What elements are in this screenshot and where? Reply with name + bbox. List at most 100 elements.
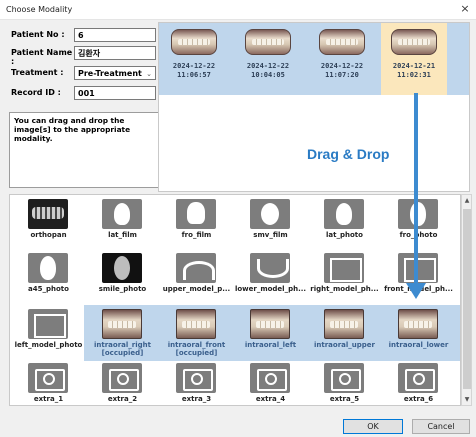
camera-icon (28, 363, 68, 393)
model-side-icon (28, 309, 68, 339)
record-id-label: Record ID : (11, 88, 61, 97)
modality-smile-photo[interactable]: smile_photo (86, 251, 159, 303)
intraoral-photo (102, 309, 142, 339)
thumbnail-date: 2024-12-22 (246, 62, 290, 70)
model-front-icon (398, 253, 438, 283)
close-icon[interactable]: × (458, 2, 472, 16)
modality-label: left_model_photo (14, 341, 83, 349)
intraoral-photo (391, 29, 437, 55)
modality-front-model-photo[interactable]: front_model_ph... (382, 251, 455, 303)
title-bar: Choose Modality × (0, 0, 476, 20)
instructions-text: You can drag and drop the image[s] to th… (9, 112, 159, 188)
modality-extra-2[interactable]: extra_2 (86, 361, 159, 405)
modality-intraoral-left[interactable]: intraoral_left (234, 307, 307, 359)
modality-label: lat_photo (326, 231, 363, 239)
patient-no-field: 6 (74, 28, 156, 42)
source-thumbnail[interactable]: 2024-12-22 11:07:20 (309, 23, 375, 95)
modality-label: intraoral_lower (388, 341, 449, 349)
source-image-panel: 2024-12-22 11:06:57 2024-12-22 10:04:05 … (158, 22, 470, 192)
modality-label: intraoral_left (244, 341, 297, 349)
source-thumbnail-selected[interactable]: 2024-12-21 11:02:31 (381, 23, 447, 95)
modality-label: smile_photo (98, 285, 147, 293)
intraoral-photo (171, 29, 217, 55)
modality-extra-4[interactable]: extra_4 (234, 361, 307, 405)
treatment-selected-value: Pre-Treatment (78, 69, 142, 78)
skull-icon (176, 199, 216, 229)
modality-upper-model-photo[interactable]: upper_model_p... (160, 251, 233, 303)
intraoral-photo (176, 309, 216, 339)
source-thumbnail[interactable]: 2024-12-22 10:04:05 (235, 23, 301, 95)
modality-lower-model-photo[interactable]: lower_model_ph... (234, 251, 307, 303)
modality-label: a45_photo (28, 285, 69, 293)
face-profile-icon (324, 199, 364, 229)
vertical-scrollbar[interactable]: ▲ ▼ (461, 194, 472, 406)
chevron-down-icon: ⌄ (146, 70, 152, 78)
modality-label: extra_6 (403, 395, 434, 403)
camera-icon (176, 363, 216, 393)
modality-extra-5[interactable]: extra_5 (308, 361, 381, 405)
modality-orthopan[interactable]: orthopan (12, 197, 85, 249)
modality-label: front_model_ph... (384, 285, 453, 293)
modality-label: extra_4 (255, 395, 286, 403)
modality-extra-3[interactable]: extra_3 (160, 361, 233, 405)
scroll-up-icon[interactable]: ▲ (463, 197, 471, 204)
modality-label: smv_film (253, 231, 288, 239)
patient-no-label: Patient No : (11, 30, 65, 39)
source-thumbnail[interactable]: 2024-12-22 11:06:57 (161, 23, 227, 95)
record-id-field: 001 (74, 86, 156, 100)
treatment-dropdown[interactable]: Pre-Treatment ⌄ (74, 66, 156, 80)
modality-extra-1[interactable]: extra_1 (12, 361, 85, 405)
xray-icon (28, 199, 68, 229)
intraoral-photo (250, 309, 290, 339)
modality-intraoral-upper[interactable]: intraoral_upper (308, 307, 381, 359)
intraoral-photo (319, 29, 365, 55)
source-image-strip: 2024-12-22 11:06:57 2024-12-22 10:04:05 … (159, 23, 469, 95)
ok-button[interactable]: OK (343, 419, 403, 434)
intraoral-photo (324, 309, 364, 339)
modality-extra-6[interactable]: extra_6 (382, 361, 455, 405)
scrollbar-thumb[interactable] (463, 209, 471, 389)
thumbnail-time: 11:02:31 (397, 71, 431, 79)
face-45-icon (28, 253, 68, 283)
skull-base-icon (250, 199, 290, 229)
head-profile-icon (102, 199, 142, 229)
modality-smv-film[interactable]: smv_film (234, 197, 307, 249)
camera-icon (398, 363, 438, 393)
thumbnail-date: 2024-12-21 (392, 62, 436, 70)
smile-face-icon (102, 253, 142, 283)
intraoral-photo (398, 309, 438, 339)
modality-fro-film[interactable]: fro_film (160, 197, 233, 249)
patient-info-panel: Patient No : 6 Patient Name : 김환자 Treatm… (9, 24, 159, 188)
modality-right-model-photo[interactable]: right_model_ph... (308, 251, 381, 303)
patient-name-label: Patient Name : (11, 48, 73, 66)
modality-label: fro_film (181, 231, 212, 239)
treatment-label: Treatment : (11, 68, 64, 77)
intraoral-photo (245, 29, 291, 55)
modality-label: extra_1 (33, 395, 64, 403)
modality-label: intraoral_right [occupied] (94, 341, 151, 357)
modality-label: extra_2 (107, 395, 138, 403)
scroll-down-icon[interactable]: ▼ (463, 396, 471, 403)
modality-label: lat_film (108, 231, 137, 239)
thumbnail-time: 11:07:20 (325, 71, 359, 79)
patient-name-field: 김환자 (74, 46, 156, 60)
modality-label: lower_model_ph... (234, 285, 307, 293)
window-title: Choose Modality (6, 5, 73, 14)
modality-label: right_model_ph... (310, 285, 379, 293)
modality-label: extra_5 (329, 395, 360, 403)
modality-a45-photo[interactable]: a45_photo (12, 251, 85, 303)
modality-label: intraoral_upper (314, 341, 375, 349)
thumbnail-time: 11:06:57 (177, 71, 211, 79)
drag-drop-label: Drag & Drop (307, 146, 390, 162)
modality-intraoral-front[interactable]: intraoral_front [occupied] (160, 307, 233, 359)
modality-intraoral-lower[interactable]: intraoral_lower (382, 307, 455, 359)
modality-intraoral-right[interactable]: intraoral_right [occupied] (86, 307, 159, 359)
camera-icon (250, 363, 290, 393)
cancel-button[interactable]: Cancel (412, 419, 470, 434)
modality-label: extra_3 (181, 395, 212, 403)
model-side-icon (324, 253, 364, 283)
modality-fro-photo[interactable]: fro_photo (382, 197, 455, 249)
modality-left-model-photo[interactable]: left_model_photo (12, 307, 85, 359)
modality-lat-photo[interactable]: lat_photo (308, 197, 381, 249)
modality-lat-film[interactable]: lat_film (86, 197, 159, 249)
